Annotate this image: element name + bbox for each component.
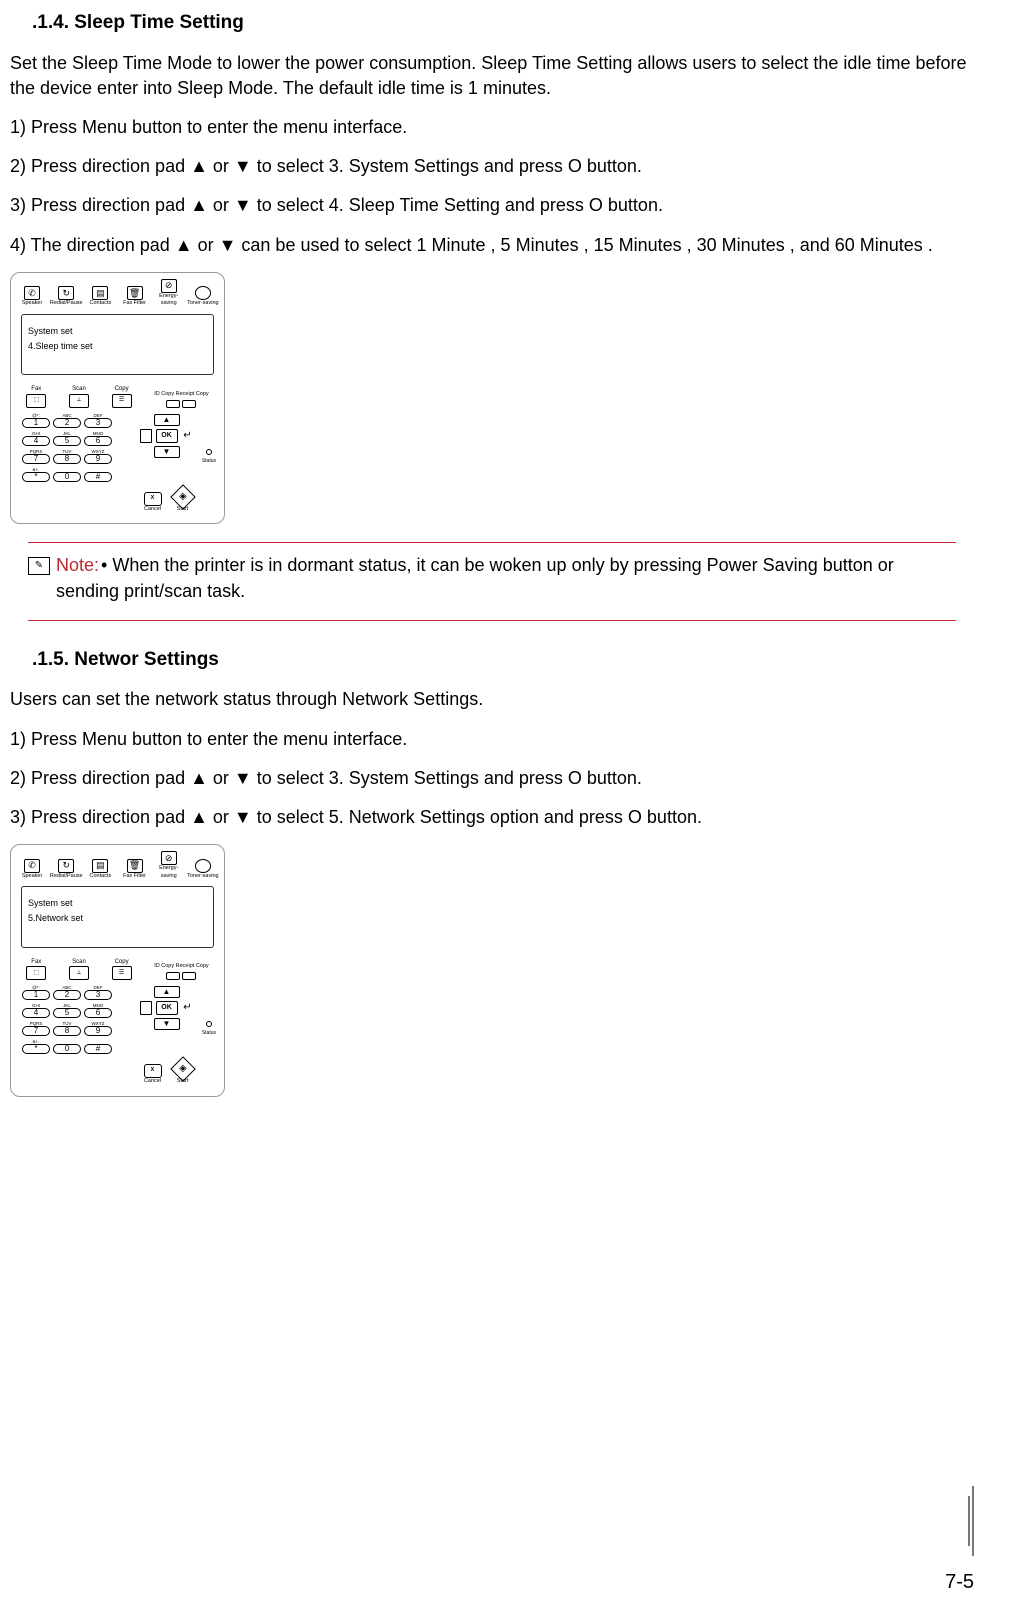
copy-icon: ☰: [112, 966, 132, 980]
back-icon: ↵: [182, 1001, 194, 1015]
note-block: ✎ Note:• When the printer is in dormant …: [28, 542, 956, 620]
back-icon: ↵: [182, 429, 194, 443]
toner-icon: [195, 286, 211, 300]
down-arrow-icon: ▼: [154, 1018, 180, 1030]
step-2-1: 1) Press Menu button to enter the menu i…: [10, 727, 974, 752]
page-number: 7-5: [945, 1568, 974, 1596]
step-1-1: 1) Press Menu button to enter the menu i…: [10, 115, 974, 140]
up-arrow-icon: ▲: [154, 986, 180, 998]
doc-icon: [140, 429, 152, 443]
contacts-icon: ▤: [92, 859, 108, 873]
down-arrow-icon: ▼: [154, 446, 180, 458]
dpad-1: ▲ OK ↵ ▼ Status: [119, 414, 214, 484]
up-arrow-icon: ▲: [154, 414, 180, 426]
cancel-button: X: [144, 1064, 162, 1078]
lcd-1: System set 4.Sleep time set: [21, 314, 214, 375]
start-button: ◈: [170, 1056, 195, 1081]
step-2-2: 2) Press direction pad ▲ or ▼ to select …: [10, 766, 974, 791]
faxfilter-icon: 🗑: [127, 859, 143, 873]
para-intro-2: Users can set the network status through…: [10, 687, 974, 712]
speaker-icon: ✆: [24, 859, 40, 873]
dpad-2: ▲ OK ↵ ▼ Status: [119, 986, 214, 1056]
doc-icon: [140, 1001, 152, 1015]
redial-icon: ↻: [58, 859, 74, 873]
heading-sleep-time: .1.4. Sleep Time Setting: [10, 10, 974, 37]
keypad-1: @*:1 ABC2 DEF3 GHI4 JKL5 MNO6 PQRS7 TUV8…: [21, 414, 113, 484]
lcd-2: System set 5.Network set: [21, 886, 214, 947]
page-edge-mark: [970, 1486, 974, 1556]
note-icon: ✎: [28, 557, 50, 575]
para-intro-1: Set the Sleep Time Mode to lower the pow…: [10, 51, 974, 101]
speaker-icon: ✆: [24, 286, 40, 300]
redial-icon: ↻: [58, 286, 74, 300]
step-1-4: 4) The direction pad ▲ or ▼ can be used …: [10, 233, 974, 258]
toner-icon: [195, 859, 211, 873]
copy-icon: ☰: [112, 394, 132, 408]
keypad-2: @*:1 ABC2 DEF3 GHI4 JKL5 MNO6 PQRS7 TUV8…: [21, 986, 113, 1056]
device-panel-1: ✆Speaker ↻Redial/Pause ▤Contacts 🗑Fax Fi…: [10, 272, 225, 525]
step-1-3: 3) Press direction pad ▲ or ▼ to select …: [10, 193, 974, 218]
scan-icon: ⟂: [69, 966, 89, 980]
fax-icon: ⬚: [26, 394, 46, 408]
heading-network: .1.5. Networ Settings: [10, 647, 974, 674]
step-1-2: 2) Press direction pad ▲ or ▼ to select …: [10, 154, 974, 179]
cancel-button: X: [144, 492, 162, 506]
step-2-3: 3) Press direction pad ▲ or ▼ to select …: [10, 805, 974, 830]
ok-button: OK: [156, 1001, 178, 1015]
faxfilter-icon: 🗑: [127, 286, 143, 300]
energy-icon: ⊘: [161, 851, 177, 865]
fax-icon: ⬚: [26, 966, 46, 980]
device-panel-2: ✆Speaker ↻Redial/Pause ▤Contacts 🗑Fax Fi…: [10, 844, 225, 1097]
scan-icon: ⟂: [69, 394, 89, 408]
energy-icon: ⊘: [161, 279, 177, 293]
start-button: ◈: [170, 484, 195, 509]
contacts-icon: ▤: [92, 286, 108, 300]
ok-button: OK: [156, 429, 178, 443]
